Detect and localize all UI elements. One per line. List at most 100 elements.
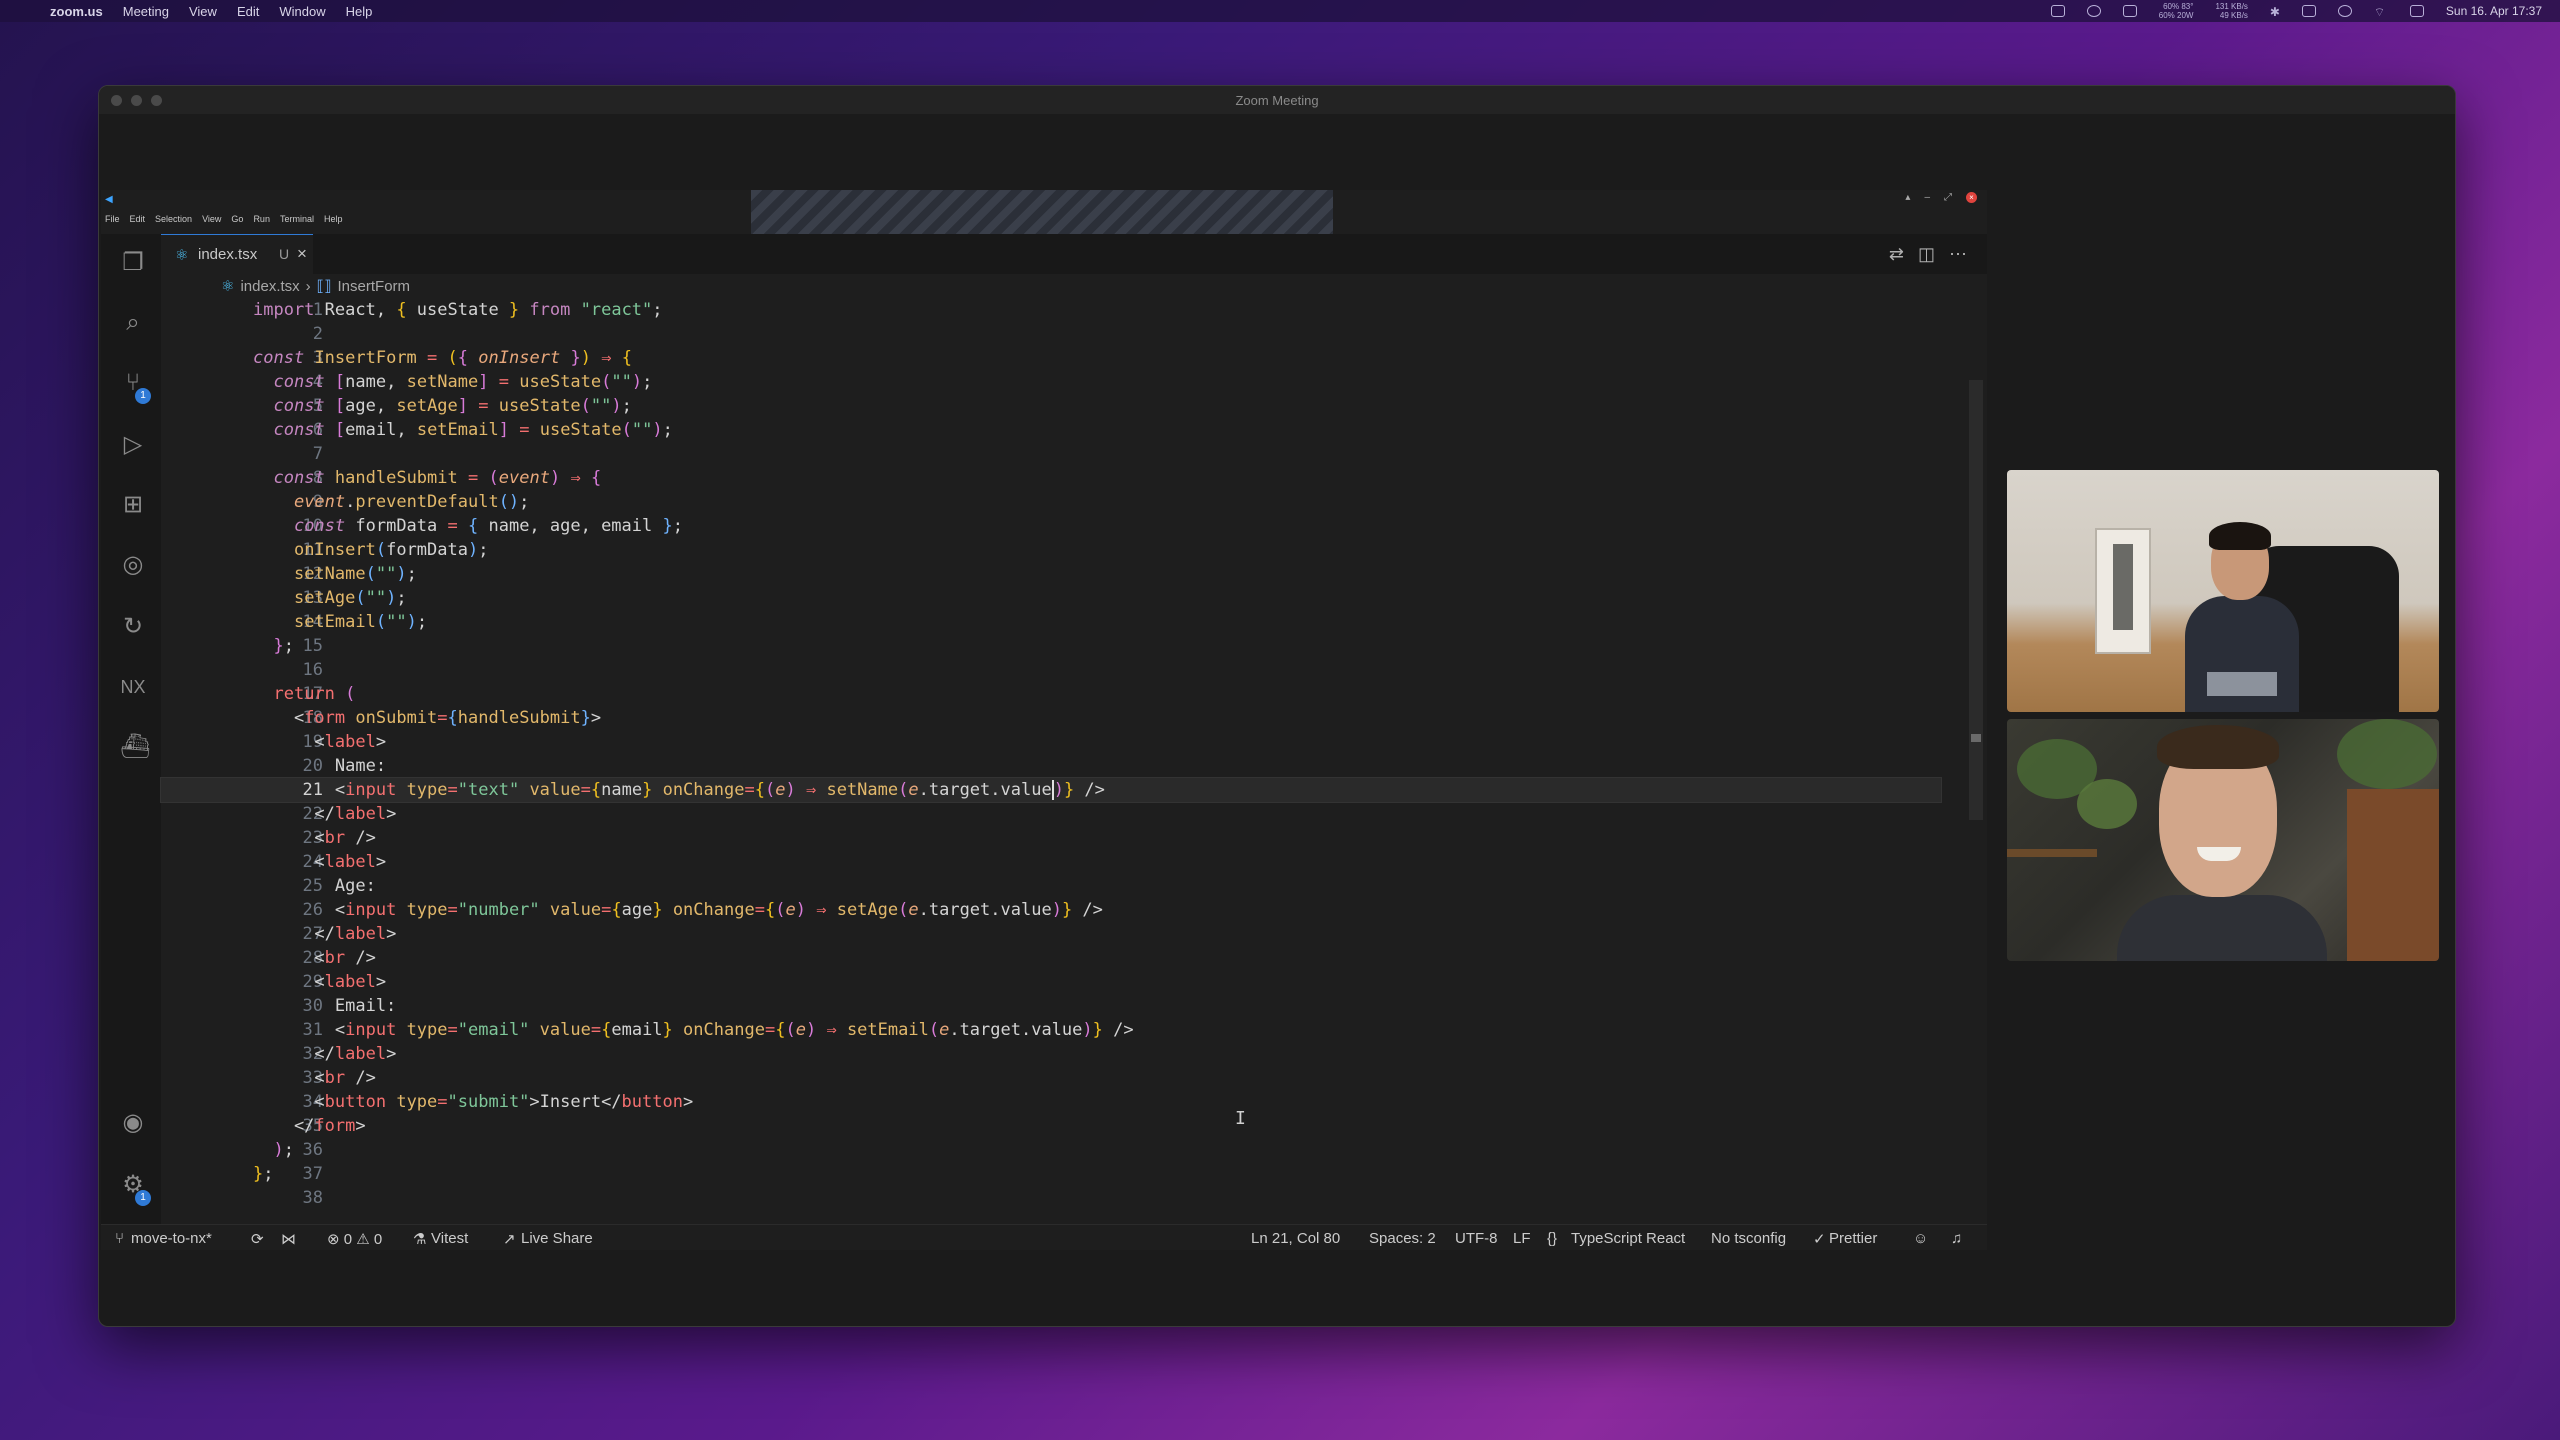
explorer-icon[interactable]: ❐ [120, 250, 146, 276]
code-line[interactable]: 7 [161, 442, 1941, 466]
search-icon[interactable]: ⌕ [120, 310, 146, 336]
status-live-share[interactable]: Live Share [521, 1230, 593, 1247]
vscode-menu-help[interactable]: Help [324, 214, 343, 224]
vscode-menu-file[interactable]: File [105, 214, 120, 224]
code-line[interactable]: 24 <label> [161, 850, 1941, 874]
menu-view[interactable]: View [189, 4, 217, 19]
vscode-restore-icon[interactable]: ⤢ [1944, 192, 1952, 203]
menu-window[interactable]: Window [279, 4, 325, 19]
control-center-icon[interactable] [2409, 5, 2424, 17]
nx-console-icon[interactable]: NX [120, 674, 146, 700]
feedback-icon[interactable]: ☺ [1913, 1230, 1928, 1247]
vscode-close-icon[interactable]: × [1966, 192, 1977, 203]
code-line[interactable]: 4 const [name, setName] = useState(""); [161, 370, 1941, 394]
code-line[interactable]: 14 setEmail(""); [161, 610, 1941, 634]
code-line[interactable]: 11 onInsert(formData); [161, 538, 1941, 562]
menu-edit[interactable]: Edit [237, 4, 259, 19]
run-debug-icon[interactable]: ▷ [120, 432, 146, 458]
code-line[interactable]: 6 const [email, setEmail] = useState("")… [161, 418, 1941, 442]
sync-icon[interactable]: ⟳ [251, 1230, 264, 1248]
code-line[interactable]: 13 setAge(""); [161, 586, 1941, 610]
tab-close-icon[interactable]: × [297, 244, 307, 264]
screen-mirror-icon[interactable] [2301, 5, 2316, 17]
vscode-menu-edit[interactable]: Edit [130, 214, 146, 224]
code-line[interactable]: 19 <label> [161, 730, 1941, 754]
vscode-menu-selection[interactable]: Selection [155, 214, 192, 224]
vscode-menu-view[interactable]: View [202, 214, 221, 224]
menu-meeting[interactable]: Meeting [123, 4, 169, 19]
remote-icon[interactable]: ↻ [120, 614, 146, 640]
bluetooth-icon[interactable]: ✱ [2270, 5, 2280, 19]
code-line[interactable]: 35 </form> [161, 1114, 1941, 1138]
vscode-minimize-icon[interactable]: – [1924, 192, 1930, 203]
tab-index-tsx[interactable]: ⚛ index.tsx U × [161, 234, 313, 274]
code-line-current[interactable]: 21 <input type="text" value={name} onCha… [160, 777, 1942, 803]
code-line[interactable]: 26 <input type="number" value={age} onCh… [161, 898, 1941, 922]
breadcrumb-symbol[interactable]: InsertForm [338, 278, 411, 295]
tray-battery-icon[interactable] [2122, 5, 2137, 17]
status-tsconfig[interactable]: No tsconfig [1711, 1230, 1786, 1247]
menu-bar-clock[interactable]: Sun 16. Apr 17:37 [2446, 4, 2542, 18]
breadcrumb-file[interactable]: index.tsx [240, 278, 299, 295]
code-line[interactable]: 27 </label> [161, 922, 1941, 946]
code-line[interactable]: 32 </label> [161, 1042, 1941, 1066]
vscode-menu-go[interactable]: Go [231, 214, 243, 224]
code-line[interactable]: 25 Age: [161, 874, 1941, 898]
notifications-bell-icon[interactable]: ♫ [1951, 1230, 1962, 1247]
code-line[interactable]: 3 const InsertForm = ({ onInsert }) ⇒ { [161, 346, 1941, 370]
editor-scrollbar[interactable] [1969, 380, 1983, 820]
code-line[interactable]: 10 const formData = { name, age, email }… [161, 514, 1941, 538]
code-line[interactable]: 1 import React, { useState } from "react"… [161, 298, 1941, 322]
code-line[interactable]: 20 Name: [161, 754, 1941, 778]
time-machine-icon[interactable] [2337, 5, 2352, 17]
code-line[interactable]: 5 const [age, setAge] = useState(""); [161, 394, 1941, 418]
git-graph-icon[interactable]: ◎ [120, 552, 146, 578]
code-line[interactable]: 28 <br /> [161, 946, 1941, 970]
status-eol[interactable]: LF [1513, 1230, 1531, 1247]
open-changes-icon[interactable]: ⇄ [1889, 244, 1904, 265]
more-actions-icon[interactable]: ⋯ [1949, 244, 1967, 265]
status-indentation[interactable]: Spaces: 2 [1369, 1230, 1436, 1247]
code-line[interactable]: 15 }; [161, 634, 1941, 658]
code-line[interactable]: 22 </label> [161, 802, 1941, 826]
code-line[interactable]: 31 <input type="email" value={email} onC… [161, 1018, 1941, 1042]
vscode-menu-run[interactable]: Run [253, 214, 270, 224]
vscode-menu-terminal[interactable]: Terminal [280, 214, 314, 224]
code-line[interactable]: 30 Email: [161, 994, 1941, 1018]
status-language[interactable]: TypeScript React [1571, 1230, 1685, 1247]
live-share-icon[interactable]: ↗ [503, 1230, 516, 1248]
code-line[interactable]: 38 [161, 1186, 1941, 1210]
status-branch[interactable]: move-to-nx* [131, 1230, 212, 1247]
code-line[interactable]: 16 [161, 658, 1941, 682]
code-line[interactable]: 37}; [161, 1162, 1941, 1186]
vitest-icon[interactable]: ⚗ [413, 1230, 426, 1248]
code-line[interactable]: 23 <br /> [161, 826, 1941, 850]
code-line[interactable]: 12 setName(""); [161, 562, 1941, 586]
code-line[interactable]: 33 <br /> [161, 1066, 1941, 1090]
participant-video-2[interactable] [2007, 719, 2439, 961]
code-line[interactable]: 18 <form onSubmit={handleSubmit}> [161, 706, 1941, 730]
nx-status-icon[interactable]: ⋈ [281, 1230, 296, 1248]
tray-app-icon[interactable] [2050, 5, 2065, 17]
tray-circle-icon[interactable] [2086, 5, 2101, 17]
code-line[interactable]: 36 ); [161, 1138, 1941, 1162]
wifi-icon[interactable]: ⌔ [2374, 5, 2388, 19]
code-line[interactable]: 8 const handleSubmit = (event) ⇒ { [161, 466, 1941, 490]
split-editor-icon[interactable]: ◫ [1918, 244, 1935, 265]
status-cursor-position[interactable]: Ln 21, Col 80 [1251, 1230, 1340, 1247]
menu-app-zoom[interactable]: zoom.us [50, 4, 103, 19]
code-line[interactable]: 29 <label> [161, 970, 1941, 994]
code-editor[interactable]: 1 import React, { useState } from "react"… [160, 298, 1942, 1224]
accounts-icon[interactable]: ◉ [120, 1110, 146, 1136]
branch-icon[interactable]: ⑂ [115, 1230, 124, 1247]
code-line[interactable]: 34 <button type="submit">Insert</button> [161, 1090, 1941, 1114]
docker-icon[interactable]: ⛴ [120, 734, 150, 760]
code-line[interactable]: 9 event.preventDefault(); [161, 490, 1941, 514]
tray-system-stats[interactable]: 60% 83° 60% 20W [2159, 2, 2194, 20]
status-prettier[interactable]: Prettier [1829, 1230, 1877, 1247]
status-vitest[interactable]: Vitest [431, 1230, 468, 1247]
extensions-icon[interactable]: ⊞ [120, 492, 146, 518]
code-line[interactable]: 2 [161, 322, 1941, 346]
code-line[interactable]: 17 return ( [161, 682, 1941, 706]
participant-video-1[interactable] [2007, 470, 2439, 712]
